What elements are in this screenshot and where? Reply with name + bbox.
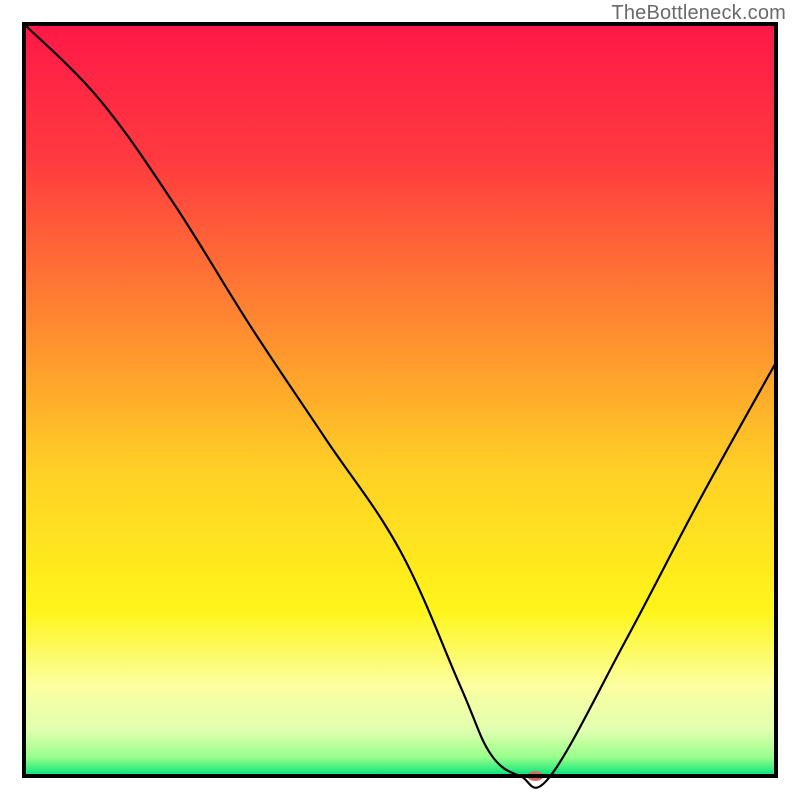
watermark-label: TheBottleneck.com [611,2,786,25]
plot-background [24,24,776,776]
bottleneck-chart [0,0,800,800]
chart-stage: TheBottleneck.com [0,0,800,800]
